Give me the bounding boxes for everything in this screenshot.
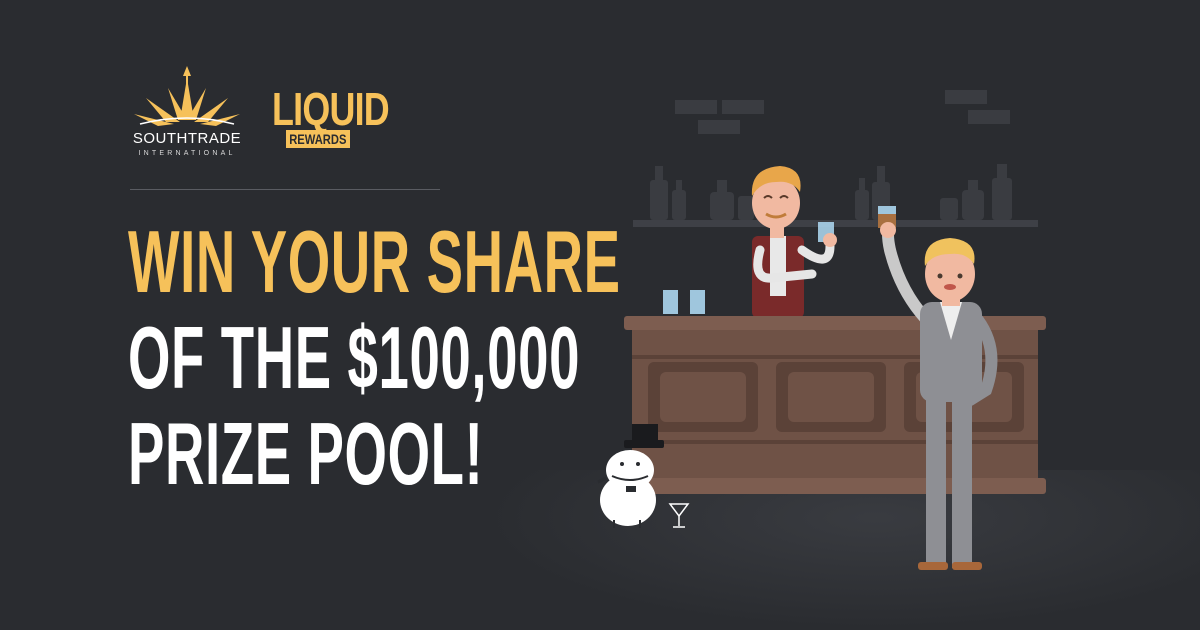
back-shelf — [633, 220, 1038, 227]
bar-scene-illustration — [597, 90, 1046, 570]
wall-bricks — [675, 90, 1010, 134]
bar-counter — [624, 316, 1046, 494]
martini-glass — [668, 503, 690, 528]
glass-left — [663, 290, 678, 314]
bartender — [751, 166, 837, 318]
bottles — [650, 164, 1012, 220]
glass-right — [690, 290, 705, 314]
